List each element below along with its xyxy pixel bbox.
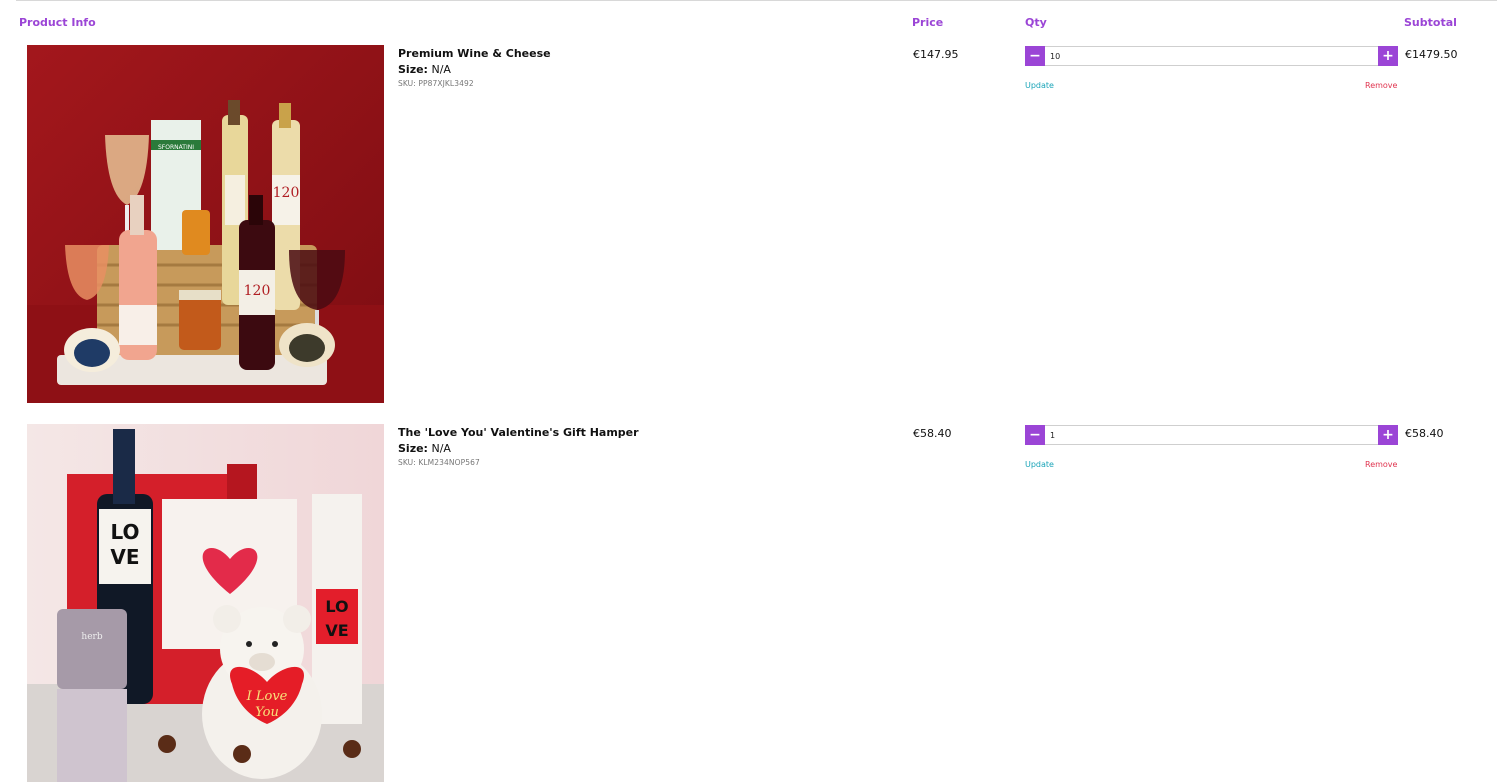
qty-input[interactable] (1045, 425, 1378, 445)
breadstick-box-label: SFORNATINI (158, 144, 194, 151)
col-header-subtotal: Subtotal (1404, 16, 1457, 29)
size-value: N/A (431, 63, 451, 76)
remove-link[interactable]: Remove (1365, 81, 1397, 90)
size-label: Size: (398, 63, 428, 76)
bottle-label-2: 120 (244, 283, 271, 299)
box-label-bottom: VE (325, 621, 348, 640)
product-price: €58.40 (913, 427, 952, 440)
col-header-qty: Qty (1025, 16, 1047, 29)
product-price: €147.95 (913, 48, 959, 61)
quantity-stepper: − + (1025, 46, 1398, 66)
product-subtotal: €1479.50 (1405, 48, 1458, 61)
product-sku: SKU: PP87XJKL3492 (398, 79, 474, 88)
top-divider (16, 0, 1497, 1)
product-size: Size: N/A (398, 442, 451, 455)
product-size: Size: N/A (398, 63, 451, 76)
wine-cheese-illustration: SFORNATINI 120 120 (27, 45, 384, 403)
remove-link[interactable]: Remove (1365, 460, 1397, 469)
qty-input[interactable] (1045, 46, 1378, 66)
product-subtotal: €58.40 (1405, 427, 1444, 440)
heart-text-1: I Love (246, 689, 288, 704)
bottle-label-1: 120 (273, 185, 300, 201)
qty-minus-button[interactable]: − (1025, 425, 1045, 445)
candle-brand-label: herb (81, 632, 102, 642)
wine-label-top: LO (110, 520, 139, 544)
wine-label-bottom: VE (110, 545, 139, 569)
product-name[interactable]: Premium Wine & Cheese (398, 47, 551, 60)
qty-plus-button[interactable]: + (1378, 425, 1398, 445)
product-image-wine-cheese[interactable]: SFORNATINI 120 120 (27, 45, 384, 403)
heart-text-2: You (255, 705, 279, 720)
size-label: Size: (398, 442, 428, 455)
qty-plus-button[interactable]: + (1378, 46, 1398, 66)
update-link[interactable]: Update (1025, 81, 1054, 90)
quantity-stepper: − + (1025, 425, 1398, 445)
size-value: N/A (431, 442, 451, 455)
box-label-top: LO (325, 597, 348, 616)
love-hamper-illustration: LO VE LO VE herb I Love You (27, 424, 384, 782)
qty-minus-button[interactable]: − (1025, 46, 1045, 66)
col-header-price: Price (912, 16, 944, 29)
product-image-love-hamper[interactable]: LO VE LO VE herb I Love You (27, 424, 384, 782)
col-header-product-info: Product Info (19, 16, 96, 29)
product-name[interactable]: The 'Love You' Valentine's Gift Hamper (398, 426, 639, 439)
product-sku: SKU: KLM234NOP567 (398, 458, 480, 467)
update-link[interactable]: Update (1025, 460, 1054, 469)
